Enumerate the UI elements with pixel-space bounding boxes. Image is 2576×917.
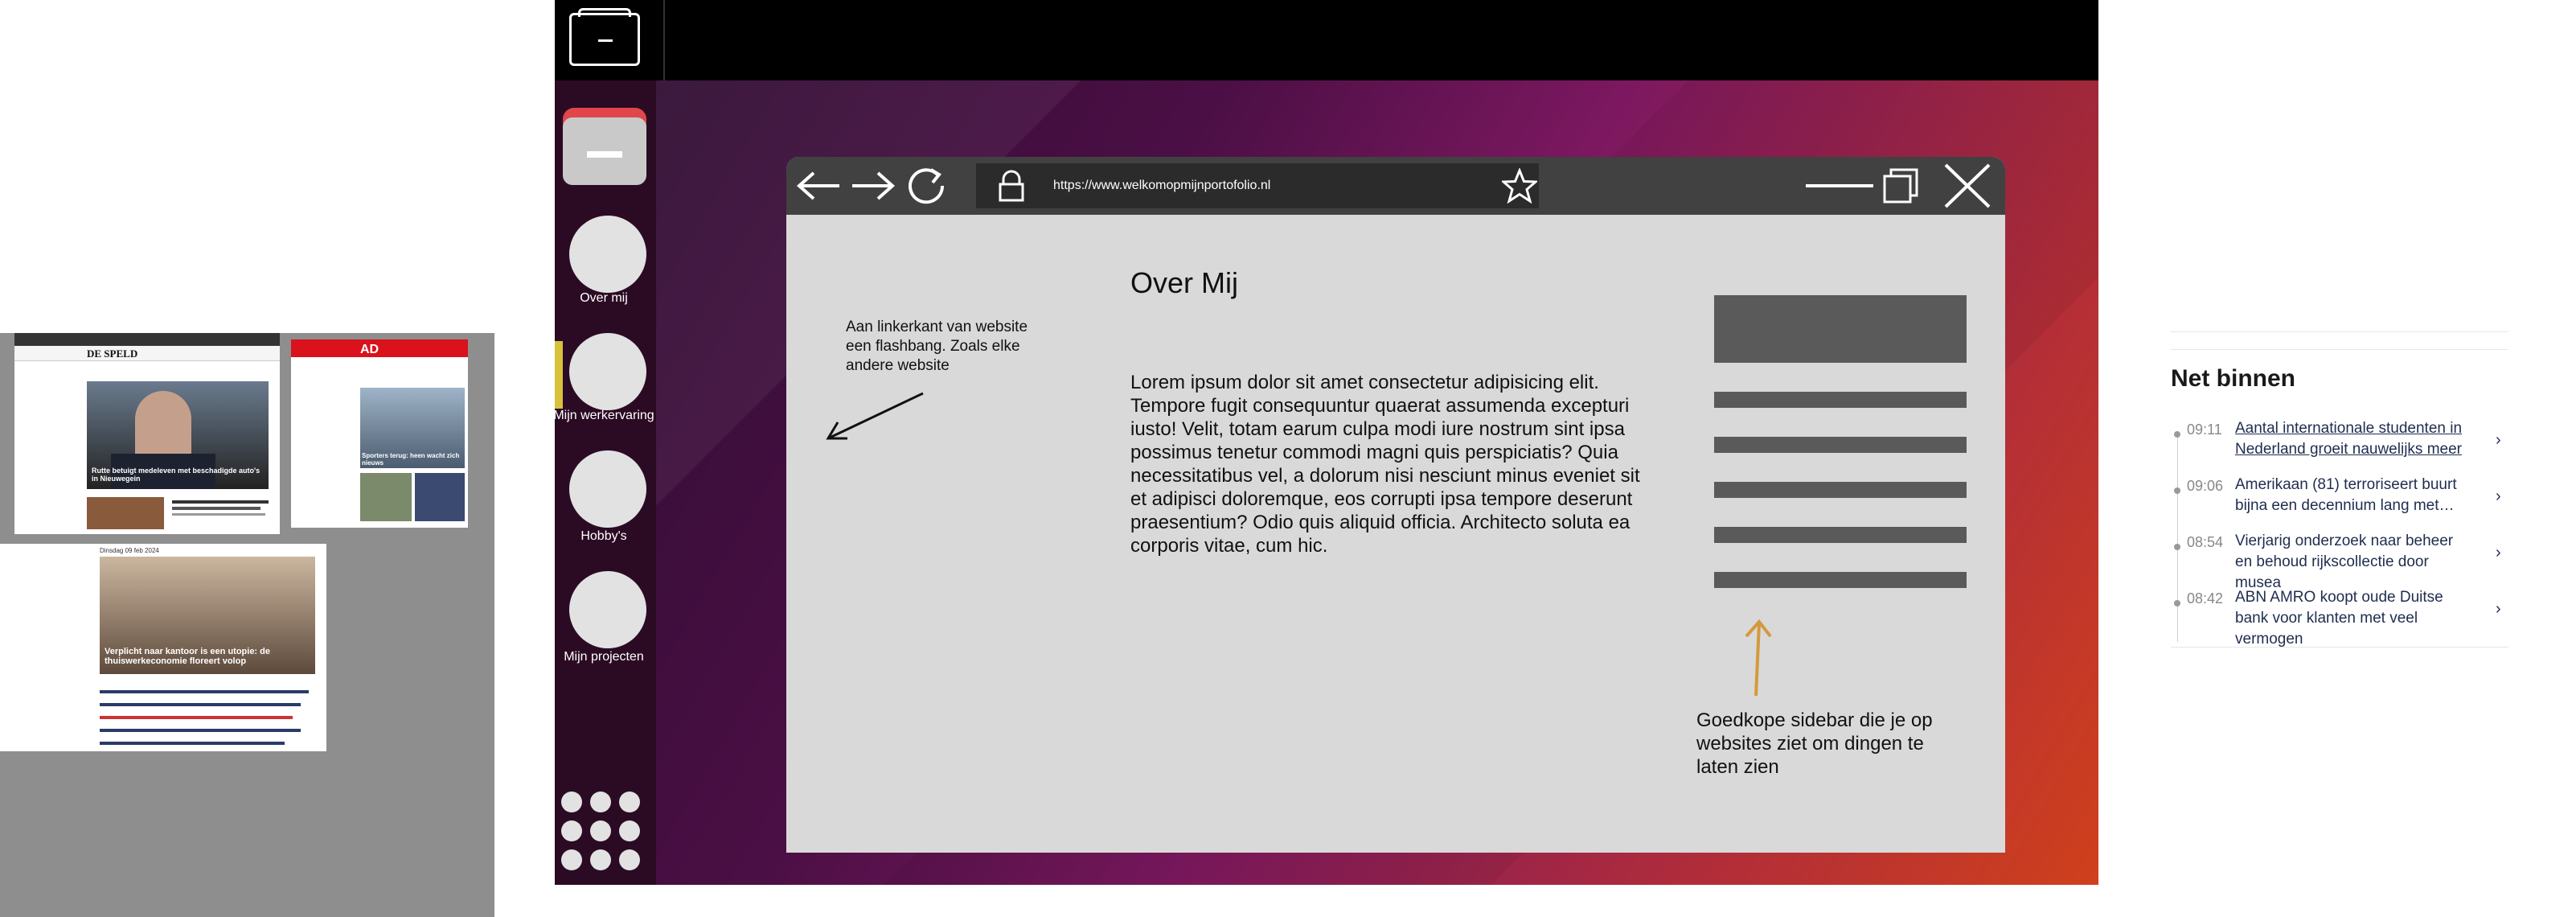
sidebar-line[interactable]: [1714, 437, 1967, 453]
dock-item-hobbys[interactable]: [569, 450, 646, 528]
news-item[interactable]: 09:06 Amerikaan (81) terroriseert buurt …: [2171, 471, 2508, 524]
article-headline: Verplicht naar kantoor is een utopie: de…: [105, 647, 270, 666]
lock-icon: [999, 170, 1024, 202]
address-bar[interactable]: https://www.welkomopmijnportofolio.nl: [976, 163, 1539, 208]
browser-window: https://www.welkomopmijnportofolio.nl Aa…: [786, 157, 2005, 853]
ad-logo: AD: [360, 343, 379, 356]
maximize-icon[interactable]: [1881, 167, 1922, 207]
dock-label-over-mij: Over mij: [580, 291, 628, 305]
chevron-right-icon: ›: [2496, 487, 2501, 505]
annotation-arrow-left-icon: [826, 392, 924, 440]
thumbnail-de-speld[interactable]: DE SPELD Rutte betuigt medeleven met bes…: [14, 333, 280, 534]
minimize-icon[interactable]: [1804, 173, 1877, 199]
ad-headline: Sporters terug: heen wacht zich nieuws: [362, 452, 460, 467]
sidebar-header-block: [1714, 295, 1967, 363]
close-icon[interactable]: [1941, 162, 1994, 210]
news-item[interactable]: 08:42 ABN AMRO koopt oude Duitse bank vo…: [2171, 584, 2508, 648]
news-title: Net binnen: [2171, 365, 2295, 392]
bookmark-star-icon[interactable]: [1502, 168, 1537, 204]
top-bar-divider: [663, 0, 665, 80]
app-grid-icon[interactable]: [560, 792, 648, 875]
thumbnail-ad[interactable]: AD Sporters terug: heen wacht zich nieuw…: [291, 339, 468, 528]
top-bar: [555, 0, 2098, 80]
back-arrow-icon[interactable]: [794, 168, 843, 204]
page-title: Over Mij: [1130, 266, 1238, 299]
sidebar-line[interactable]: [1714, 392, 1967, 408]
dock-label-werkervaring: Mijn werkervaring: [553, 409, 654, 422]
sidebar-line[interactable]: [1714, 527, 1967, 543]
sidebar-line[interactable]: [1714, 482, 1967, 498]
chevron-right-icon: ›: [2496, 600, 2501, 618]
news-item[interactable]: 09:11 Aantal internationale studenten in…: [2171, 415, 2508, 468]
browser-toolbar: https://www.welkomopmijnportofolio.nl: [786, 157, 2005, 215]
annotation-arrow-up-icon: [1745, 619, 1772, 697]
activities-button[interactable]: [569, 8, 640, 66]
forward-arrow-icon[interactable]: [849, 168, 897, 204]
dock-label-projecten: Mijn projecten: [564, 650, 644, 664]
news-widget: Net binnen 09:11 Aantal internationale s…: [2171, 331, 2508, 653]
news-item[interactable]: 08:54 Vierjarig onderzoek naar beheer en…: [2171, 528, 2508, 591]
url-text: https://www.welkomopmijnportofolio.nl: [1053, 179, 1271, 192]
folder-icon[interactable]: [563, 108, 646, 185]
dock-label-hobbys: Hobby's: [580, 529, 627, 543]
chevron-right-icon: ›: [2496, 544, 2501, 561]
thumbnail-article[interactable]: Dinsdag 09 feb 2024 Verplicht naar kanto…: [0, 544, 326, 751]
annotation-left: Aan linkerkant van website een flashbang…: [846, 319, 1028, 374]
dock-item-projecten[interactable]: [569, 571, 646, 648]
sidebar-line[interactable]: [1714, 572, 1967, 588]
speld-logo: DE SPELD: [87, 347, 138, 360]
dock-item-werkervaring[interactable]: [569, 333, 646, 410]
article-date: Dinsdag 09 feb 2024: [100, 547, 159, 554]
dock-active-indicator: [555, 341, 563, 409]
dock-item-over-mij[interactable]: [569, 216, 646, 293]
reload-icon[interactable]: [907, 165, 950, 208]
chevron-right-icon: ›: [2496, 431, 2501, 449]
annotation-right: Goedkope sidebar die je op websites ziet…: [1696, 709, 1933, 778]
speld-headline: Rutte betuigt medeleven met beschadigde …: [92, 467, 260, 483]
page-body-text: Lorem ipsum dolor sit amet consectetur a…: [1130, 372, 1640, 557]
